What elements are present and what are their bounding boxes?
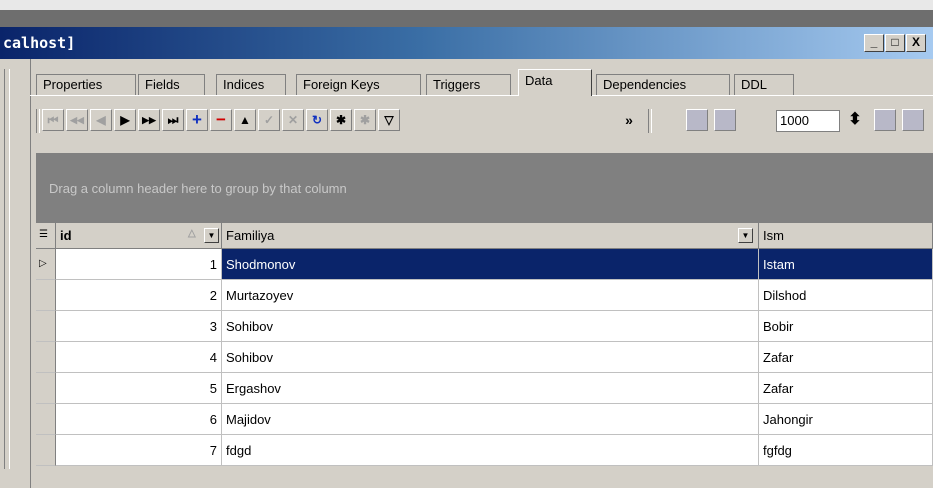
cancel-edit-icon[interactable]: ✕	[282, 109, 304, 131]
sort-ascending-icon: △	[188, 228, 196, 239]
cell-familiya[interactable]: Sohibov	[222, 342, 759, 373]
table-row[interactable]: 6 Majidov Jahongir	[36, 404, 933, 435]
table-row[interactable]: 5 Ergashov Zafar	[36, 373, 933, 404]
fetch-first-icon[interactable]	[686, 109, 708, 131]
cell-id[interactable]: 1	[56, 249, 222, 280]
cell-id[interactable]: 4	[56, 342, 222, 373]
splitter-grip[interactable]	[4, 69, 10, 469]
tab-data[interactable]: Data	[518, 69, 592, 96]
table-row[interactable]: 3 Sohibov Bobir	[36, 311, 933, 342]
delete-record-icon[interactable]: −	[210, 109, 232, 131]
column-header-ism[interactable]: Ism	[759, 223, 933, 249]
toolbar-separator	[648, 109, 652, 133]
row-indicator	[36, 311, 56, 342]
group-by-panel[interactable]: Drag a column header here to group by th…	[36, 153, 933, 223]
column-header-familiya[interactable]: Familiya ▼	[222, 223, 759, 249]
cell-ism[interactable]: Bobir	[759, 311, 933, 342]
edit-record-icon[interactable]: ▲	[234, 109, 256, 131]
prior-page-icon[interactable]: ◀◀	[66, 109, 88, 131]
post-edit-icon[interactable]: ✓	[258, 109, 280, 131]
cell-familiya[interactable]: Murtazoyev	[222, 280, 759, 311]
column-header-familiya-label: Familiya	[226, 228, 275, 243]
table-row[interactable]: 7 fdgd fgfdg	[36, 435, 933, 466]
window-title: calhost]	[3, 34, 76, 52]
cell-familiya[interactable]: fdgd	[222, 435, 759, 466]
row-indicator	[36, 280, 56, 311]
grid-options-icon[interactable]: ☰	[36, 223, 56, 249]
tab-triggers[interactable]: Triggers	[426, 74, 511, 95]
data-toolbar: ⏮ ◀◀ ◀ ▶ ▶▶ ⏭ + − ▲ ✓ ✕ ↻ ✱ ✱ ▽ » 1000 ⬍	[36, 106, 933, 142]
tab-dependencies[interactable]: Dependencies	[596, 74, 730, 95]
cell-id[interactable]: 6	[56, 404, 222, 435]
cell-ism[interactable]: Jahongir	[759, 404, 933, 435]
window-titlebar[interactable]: calhost] _ □ X	[0, 27, 933, 59]
rows-count-input[interactable]: 1000	[776, 110, 840, 132]
minimize-button[interactable]: _	[864, 34, 884, 52]
cell-familiya[interactable]: Sohibov	[222, 311, 759, 342]
cell-id[interactable]: 7	[56, 435, 222, 466]
filter-dropdown-icon[interactable]: ▼	[738, 228, 753, 243]
next-record-icon[interactable]: ▶	[114, 109, 136, 131]
cell-familiya[interactable]: Majidov	[222, 404, 759, 435]
top-strip	[0, 0, 933, 10]
table-row[interactable]: ▷ 1 Shodmonov Istam	[36, 249, 933, 280]
row-indicator	[36, 342, 56, 373]
column-header-id-label: id	[60, 228, 72, 243]
cell-familiya[interactable]: Ergashov	[222, 373, 759, 404]
table-row[interactable]: 2 Murtazoyev Dilshod	[36, 280, 933, 311]
tab-panel-border	[30, 95, 933, 96]
row-indicator	[36, 404, 56, 435]
bookmark-icon[interactable]: ✱	[330, 109, 352, 131]
cell-ism[interactable]: Dilshod	[759, 280, 933, 311]
tab-bar: Properties Fields Indices Foreign Keys T…	[30, 65, 933, 96]
cell-ism[interactable]: Zafar	[759, 342, 933, 373]
toolbar-grip[interactable]	[36, 109, 40, 133]
maximize-button[interactable]: □	[885, 34, 905, 52]
filter-icon[interactable]: ▽	[378, 109, 400, 131]
refresh-icon[interactable]: ↻	[306, 109, 328, 131]
first-record-icon[interactable]: ⏮	[42, 109, 64, 131]
tab-ddl[interactable]: DDL	[734, 74, 794, 95]
row-indicator	[36, 373, 56, 404]
overflow-chevron-icon[interactable]: »	[618, 109, 640, 131]
column-header-id[interactable]: id △ ▼	[56, 223, 222, 249]
prior-record-icon[interactable]: ◀	[90, 109, 112, 131]
cell-id[interactable]: 2	[56, 280, 222, 311]
cell-familiya[interactable]: Shodmonov	[222, 249, 759, 280]
cell-ism[interactable]: Zafar	[759, 373, 933, 404]
insert-record-icon[interactable]: +	[186, 109, 208, 131]
column-header-ism-label: Ism	[763, 228, 784, 243]
row-indicator	[36, 435, 56, 466]
table-row[interactable]: 4 Sohibov Zafar	[36, 342, 933, 373]
tab-properties[interactable]: Properties	[36, 74, 136, 95]
fetch-prior-icon[interactable]	[714, 109, 736, 131]
filter-dropdown-icon[interactable]: ▼	[204, 228, 219, 243]
cell-ism[interactable]: fgfdg	[759, 435, 933, 466]
goto-bookmark-icon[interactable]: ✱	[354, 109, 376, 131]
tab-foreign-keys[interactable]: Foreign Keys	[296, 74, 421, 95]
background-band	[0, 10, 933, 27]
tab-indices[interactable]: Indices	[216, 74, 286, 95]
cell-ism[interactable]: Istam	[759, 249, 933, 280]
rows-spin-icon[interactable]: ⬍	[844, 109, 866, 131]
current-row-indicator-icon: ▷	[36, 249, 56, 280]
group-by-hint: Drag a column header here to group by th…	[49, 181, 347, 196]
fetch-next-icon[interactable]	[874, 109, 896, 131]
tab-fields[interactable]: Fields	[138, 74, 205, 95]
cell-id[interactable]: 3	[56, 311, 222, 342]
last-record-icon[interactable]: ⏭	[162, 109, 184, 131]
fetch-last-icon[interactable]	[902, 109, 924, 131]
close-button[interactable]: X	[906, 34, 926, 52]
next-page-icon[interactable]: ▶▶	[138, 109, 160, 131]
left-panel-splitter[interactable]	[0, 59, 31, 488]
cell-id[interactable]: 5	[56, 373, 222, 404]
